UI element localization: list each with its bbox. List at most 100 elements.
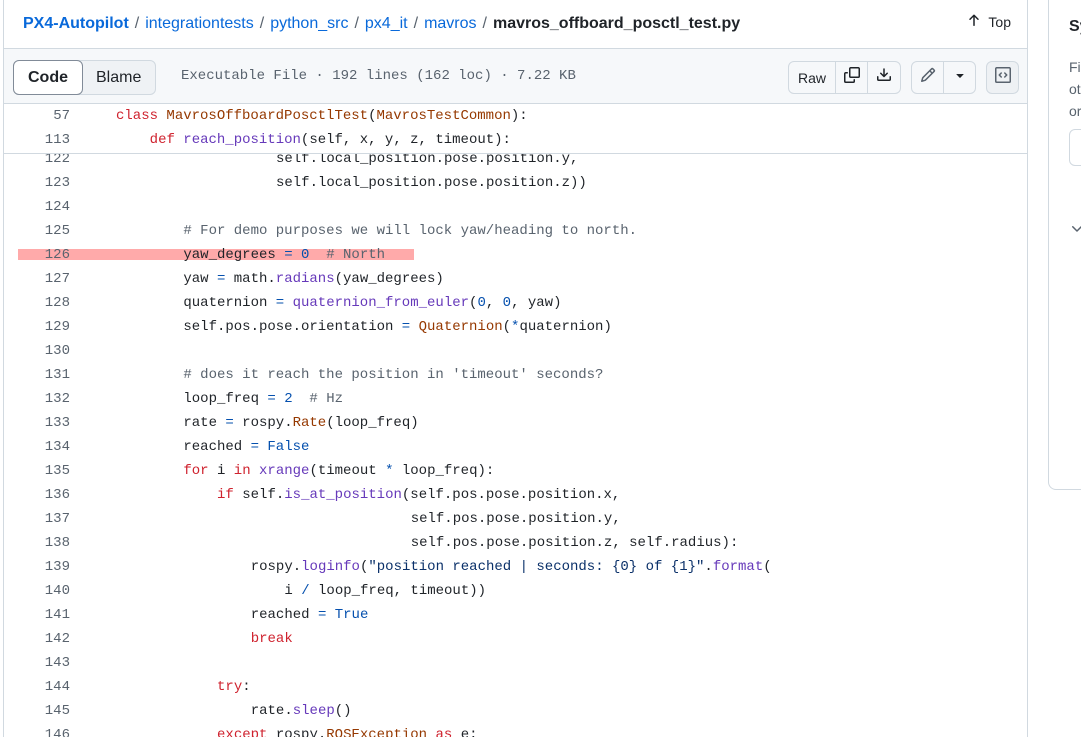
edit-menu-button[interactable] bbox=[944, 62, 975, 93]
code-token: , yaw) bbox=[511, 295, 562, 311]
code-line: 139 rospy.loginfo ("position reached | sec… bbox=[4, 555, 1027, 579]
chevron-down-icon[interactable] bbox=[1069, 221, 1081, 237]
edit-button[interactable] bbox=[912, 62, 944, 93]
code-line: 123 self.local_position.pose.position.z)) bbox=[4, 171, 1027, 195]
code-text: break bbox=[251, 631, 293, 647]
line-number[interactable]: 131 bbox=[4, 367, 70, 383]
line-number[interactable]: 136 bbox=[4, 487, 70, 503]
code-text: self.local_position.pose.position.z)) bbox=[276, 175, 587, 191]
download-button[interactable] bbox=[868, 62, 900, 93]
line-number[interactable]: 138 bbox=[4, 535, 70, 551]
line-number[interactable]: 135 bbox=[4, 463, 70, 479]
top-button[interactable]: Top bbox=[966, 12, 1011, 31]
line-number[interactable]: 123 bbox=[4, 175, 70, 191]
code-tab[interactable]: Code bbox=[13, 60, 83, 95]
code-token: = bbox=[250, 439, 259, 455]
copy-button[interactable] bbox=[836, 62, 868, 93]
code-token: quaternion_from_euler bbox=[292, 295, 470, 311]
code-token: def bbox=[149, 132, 175, 148]
line-number[interactable]: 145 bbox=[4, 703, 70, 719]
breadcrumb-link-integrationtests[interactable]: integrationtests bbox=[145, 15, 254, 33]
code-token: yaw_degrees bbox=[183, 247, 285, 263]
code-token: = bbox=[284, 247, 293, 263]
line-number[interactable]: 125 bbox=[4, 223, 70, 239]
code-text: # For demo purposes we will lock yaw/hea… bbox=[183, 223, 637, 239]
breadcrumb-link-python-src[interactable]: python_src bbox=[270, 15, 348, 33]
code-line: 138 self.pos.pose.position.z, self.radius… bbox=[4, 531, 1027, 555]
code-line: 132 loop_freq = 2 # Hz bbox=[4, 387, 1027, 411]
code-line: 128 quaternion = quaternion_from_euler(0,… bbox=[4, 291, 1027, 315]
line-number[interactable]: 126 bbox=[4, 247, 70, 263]
symbols-desc-line: ot bbox=[1069, 81, 1081, 97]
code-token: reached bbox=[250, 607, 318, 623]
code-token: = bbox=[267, 391, 276, 407]
breadcrumb-link-mavros[interactable]: mavros bbox=[424, 15, 476, 33]
line-number[interactable]: 140 bbox=[4, 583, 70, 599]
blame-tab[interactable]: Blame bbox=[82, 61, 155, 94]
edit-actions bbox=[911, 61, 976, 94]
line-number[interactable]: 128 bbox=[4, 295, 70, 311]
line-number[interactable]: 144 bbox=[4, 679, 70, 695]
code-token: "position reached | seconds: {0} of {1}" bbox=[368, 559, 705, 575]
code-token: self.pos.pose.position.z, self.radius): bbox=[410, 535, 739, 551]
line-number[interactable]: 134 bbox=[4, 439, 70, 455]
code-token: MavrosTestCommon bbox=[376, 108, 511, 124]
code-view: 122 self.local_position.pose.position.y, 1… bbox=[4, 150, 1027, 737]
sticky-scope-header: 57 class MavrosOffboardPosctlTest(MavrosT… bbox=[4, 104, 1027, 154]
breadcrumb-repo-link[interactable]: PX4-Autopilot bbox=[23, 15, 129, 33]
raw-button[interactable]: Raw bbox=[789, 62, 836, 93]
code-text: if self.is_at_position(self.pos.pose.pos… bbox=[217, 487, 620, 503]
code-text: rate = rospy.Rate(loop_freq) bbox=[183, 415, 418, 431]
line-number[interactable]: 127 bbox=[4, 271, 70, 287]
code-token: break bbox=[250, 631, 293, 647]
breadcrumb-link-px4-it[interactable]: px4_it bbox=[365, 15, 408, 33]
code-token: (yaw_degrees) bbox=[334, 271, 444, 287]
line-number[interactable]: 146 bbox=[4, 727, 70, 737]
line-number[interactable]: 137 bbox=[4, 511, 70, 527]
line-number[interactable]: 129 bbox=[4, 319, 70, 335]
code-text: loop_freq = 2 # Hz bbox=[183, 391, 343, 407]
code-token: yaw bbox=[183, 271, 217, 287]
code-text: for i in xrange(timeout * loop_freq): bbox=[183, 463, 494, 479]
code-token: Quaternion bbox=[418, 319, 503, 335]
line-number[interactable]: 133 bbox=[4, 415, 70, 431]
code-token: rate. bbox=[250, 703, 293, 719]
line-number[interactable]: 113 bbox=[4, 132, 70, 148]
code-token: in bbox=[233, 463, 251, 479]
code-token: # Hz bbox=[309, 391, 344, 407]
code-token: rospy. bbox=[267, 727, 327, 737]
code-line: 137 self.pos.pose.position.y, bbox=[4, 507, 1027, 531]
line-number[interactable]: 141 bbox=[4, 607, 70, 623]
code-line: 133 rate = rospy.Rate(loop_freq) bbox=[4, 411, 1027, 435]
top-button-label: Top bbox=[988, 13, 1011, 30]
code-token: self. bbox=[233, 487, 285, 503]
code-text: def reach_position(self, x, y, z, timeou… bbox=[150, 132, 511, 148]
symbols-filter-input[interactable] bbox=[1069, 129, 1081, 166]
code-text: self.pos.pose.orientation = Quaternion(*… bbox=[183, 319, 612, 335]
line-number[interactable]: 57 bbox=[4, 108, 70, 124]
line-number[interactable]: 132 bbox=[4, 391, 70, 407]
code-line: 134 reached = False bbox=[4, 435, 1027, 459]
code-text: try: bbox=[217, 679, 251, 695]
line-number[interactable]: 143 bbox=[4, 655, 70, 671]
code-token: 2 bbox=[284, 391, 293, 407]
code-token: e: bbox=[452, 727, 478, 737]
line-number[interactable]: 142 bbox=[4, 631, 70, 647]
code-text: i / loop_freq, timeout)) bbox=[284, 583, 486, 599]
file-toolbar: Code Blame Executable File · 192 lines (… bbox=[4, 48, 1027, 104]
symbols-panel-button[interactable] bbox=[986, 61, 1019, 94]
code-text: quaternion = quaternion_from_euler(0, 0,… bbox=[183, 295, 561, 311]
file-actions: Raw bbox=[788, 61, 901, 94]
line-number[interactable]: 124 bbox=[4, 199, 70, 215]
file-view: PX4-Autopilot / integrationtests / pytho… bbox=[3, 0, 1028, 737]
line-number[interactable]: 130 bbox=[4, 343, 70, 359]
code-token: reached bbox=[183, 439, 251, 455]
breadcrumb-filename: mavros_offboard_posctl_test.py bbox=[492, 15, 741, 32]
code-text: self.pos.pose.position.y, bbox=[411, 511, 621, 527]
code-line: 57 class MavrosOffboardPosctlTest(MavrosT… bbox=[4, 104, 1027, 128]
line-number[interactable]: 139 bbox=[4, 559, 70, 575]
